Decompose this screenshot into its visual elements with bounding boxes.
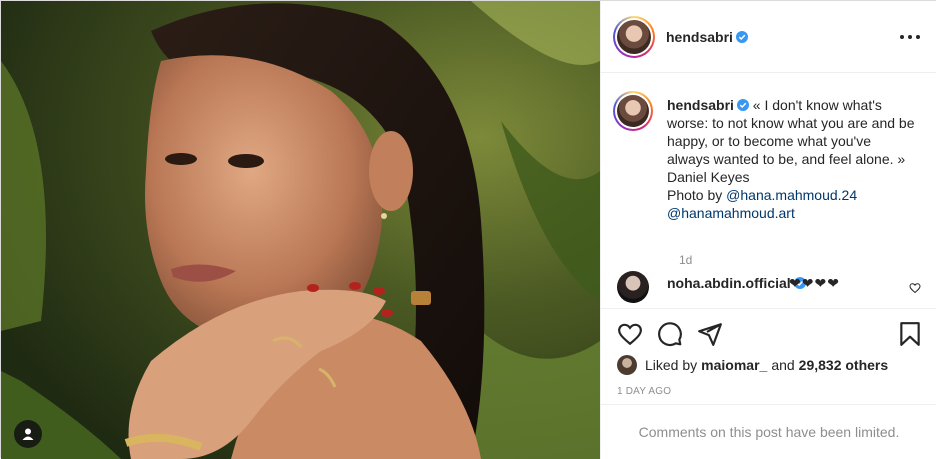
caption-text: hendsabri « I don't know what's worse: t… (667, 96, 917, 222)
more-options-icon (900, 35, 904, 39)
comments-limited-notice: Comments on this post have been limited. (601, 404, 936, 459)
likes-prefix: Liked by (645, 357, 698, 373)
author-username[interactable]: hendsabri (666, 29, 748, 45)
photo-credit-label: Photo by (667, 187, 723, 203)
like-button[interactable] (617, 321, 643, 347)
author-avatar[interactable] (613, 16, 655, 58)
commenter-username[interactable]: noha.abdin.official (667, 275, 806, 291)
bookmark-icon (900, 322, 920, 346)
share-button[interactable] (697, 321, 723, 347)
comment-like-icon[interactable] (909, 282, 921, 294)
mention-link[interactable]: @hanamahmoud.art (667, 205, 795, 221)
user-tag-icon (22, 428, 34, 440)
comment-row: noha.abdin.official ❤❤❤❤ (613, 271, 923, 307)
caption-time[interactable]: 1d (679, 253, 692, 267)
likes-count[interactable]: 29,832 others (799, 357, 889, 373)
post-card: hendsabri hendsabri « I don't know what'… (0, 0, 936, 459)
share-icon (698, 323, 722, 346)
post-header: hendsabri (601, 1, 936, 73)
comments-area: hendsabri « I don't know what's worse: t… (601, 74, 936, 307)
comment-text: ❤❤❤❤ (789, 275, 840, 291)
user-tag-button[interactable] (14, 420, 42, 448)
comment-icon (658, 322, 682, 347)
verified-badge-icon (735, 31, 748, 43)
caption-author-avatar[interactable] (613, 91, 653, 131)
verified-badge-icon (736, 99, 749, 111)
more-options-button[interactable] (900, 27, 920, 47)
comment-button[interactable] (657, 321, 683, 347)
portrait-image (1, 1, 600, 459)
liker-avatar[interactable] (617, 355, 637, 375)
liker-username[interactable]: maiomar_ (701, 357, 767, 373)
action-bar (601, 308, 936, 356)
post-photo[interactable] (1, 1, 600, 459)
post-date[interactable]: 1 DAY AGO (617, 386, 671, 397)
caption-author-username[interactable]: hendsabri (667, 97, 734, 113)
heart-icon (618, 323, 642, 346)
post-side-panel: hendsabri hendsabri « I don't know what'… (600, 1, 936, 459)
commenter-avatar[interactable] (617, 271, 649, 303)
likes-summary: Liked by maiomar_ and 29,832 others (617, 354, 892, 376)
likes-connector: and (771, 357, 795, 373)
mention-link[interactable]: @hana.mahmoud.24 (726, 187, 857, 203)
save-button[interactable] (897, 321, 923, 347)
